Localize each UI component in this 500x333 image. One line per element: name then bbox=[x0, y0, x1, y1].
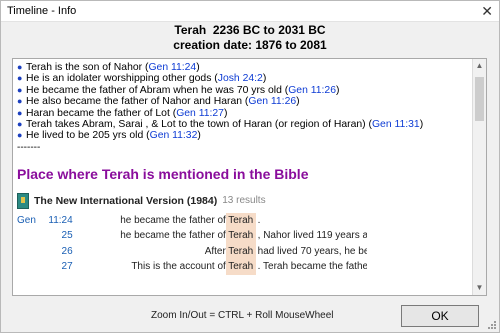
scripture-ref-link[interactable]: Gen 11:26 bbox=[248, 96, 296, 107]
section-heading: Place where Terah is mentioned in the Bi… bbox=[17, 165, 309, 182]
scroll-thumb[interactable] bbox=[475, 77, 484, 121]
bullet-icon: ● bbox=[17, 73, 23, 84]
scripture-ref-link[interactable]: Josh 24:2 bbox=[218, 73, 263, 84]
fact-line: ● He is an idolater worshipping other god… bbox=[17, 73, 468, 84]
fact-text: Haran became the father of Lot ( bbox=[26, 107, 177, 119]
scroll-down-icon[interactable]: ▼ bbox=[473, 281, 486, 295]
result-book: Gen bbox=[17, 214, 36, 226]
fact-close: ) bbox=[262, 73, 267, 85]
result-chapter-verse: 25 bbox=[61, 230, 73, 242]
result-chapter-verse: 27 bbox=[61, 261, 73, 273]
fact-text: He lived to be 205 yrs old ( bbox=[26, 130, 150, 142]
fact-text: Terah is the son of Nahor ( bbox=[26, 62, 149, 73]
fact-close: ) bbox=[197, 130, 201, 142]
result-context-before bbox=[79, 275, 226, 291]
info-panel[interactable]: ● Terah is the son of Nahor (Gen 11:24) ● H… bbox=[12, 58, 487, 296]
result-row[interactable]: 27 This is the account of Terah. Terah bec… bbox=[17, 259, 367, 275]
fact-line: ● He became the father of Abram when he w… bbox=[17, 85, 468, 96]
result-context-before: After bbox=[204, 245, 226, 257]
scripture-ref-link[interactable]: Gen 11:32 bbox=[150, 130, 198, 141]
result-context-before: he became the father of bbox=[120, 214, 226, 226]
result-context-after: had lived 70 years, he be bbox=[257, 245, 367, 257]
result-context-before: he became the father of bbox=[120, 230, 226, 242]
title-bar: Timeline - Info ✕ bbox=[1, 1, 499, 22]
footer: Zoom In/Out = CTRL + Roll MouseWheel OK bbox=[1, 302, 499, 330]
result-chapter-verse: 26 bbox=[61, 245, 73, 257]
resize-grip-icon[interactable] bbox=[487, 320, 497, 330]
info-content: ● Terah is the son of Nahor (Gen 11:24) ● H… bbox=[13, 59, 472, 295]
result-row[interactable]: Gen 11:24 he became the father of Terah. bbox=[17, 212, 367, 229]
fact-close: ) bbox=[296, 96, 300, 108]
result-context-after: . Terah became the fathe bbox=[257, 261, 367, 273]
result-book bbox=[17, 259, 39, 275]
bullet-icon: ● bbox=[17, 84, 23, 95]
result-highlight: Terah bbox=[225, 228, 256, 244]
result-highlight: Terah bbox=[225, 243, 256, 260]
fact-text: He is an idolater worshipping other gods… bbox=[26, 73, 218, 85]
fact-close: ) bbox=[196, 62, 200, 73]
ok-button[interactable]: OK bbox=[401, 305, 479, 327]
result-row[interactable]: 26 After Terah had lived 70 years, he be bbox=[17, 243, 367, 260]
fact-text: He became the father of Abram when he wa… bbox=[26, 84, 289, 96]
result-highlight bbox=[226, 275, 256, 291]
bullet-icon: ● bbox=[17, 107, 23, 118]
zoom-hint: Zoom In/Out = CTRL + Roll MouseWheel bbox=[151, 310, 334, 321]
niv-header: The New International Version (1984) 13 … bbox=[17, 192, 367, 210]
scripture-ref-link[interactable]: Gen 11:24 bbox=[148, 62, 196, 73]
results-count: 13 results bbox=[222, 195, 266, 207]
scripture-ref-link[interactable]: Gen 11:26 bbox=[288, 85, 336, 96]
fact-line: ● He lived to be 205 yrs old (Gen 11:32) bbox=[17, 130, 468, 141]
bullet-icon: ● bbox=[17, 96, 23, 107]
person-name-dates: Terah 2236 BC to 2031 BC bbox=[174, 23, 326, 37]
fact-close: ) bbox=[335, 84, 340, 96]
scroll-up-icon[interactable]: ▲ bbox=[473, 59, 486, 73]
result-book bbox=[17, 244, 39, 260]
results-table: Gen 11:24 he became the father of Terah. 25 h… bbox=[17, 212, 367, 291]
vertical-scrollbar[interactable]: ▲ ▼ bbox=[472, 59, 486, 295]
result-chapter-verse: 11:24 bbox=[48, 214, 73, 226]
scripture-ref-link[interactable]: Gen 11:27 bbox=[176, 108, 224, 119]
fact-text: Terah takes Abram, Sarai , & Lot to the … bbox=[26, 119, 372, 131]
result-context-after bbox=[256, 275, 367, 291]
creation-date: creation date: 1876 to 2081 bbox=[173, 38, 327, 52]
fact-line: ● He also became the father of Nahor and … bbox=[17, 96, 468, 107]
result-book bbox=[17, 228, 39, 244]
scripture-ref-link[interactable]: Gen 11:31 bbox=[372, 119, 420, 130]
fact-line: ● Terah is the son of Nahor (Gen 11:24) bbox=[17, 62, 468, 73]
result-context-before: This is the account of bbox=[131, 261, 226, 273]
result-context-after: . bbox=[257, 214, 261, 226]
close-icon[interactable]: ✕ bbox=[481, 4, 493, 18]
separator: ------- bbox=[17, 141, 41, 153]
result-row[interactable] bbox=[17, 275, 367, 291]
facts-list: ● Terah is the son of Nahor (Gen 11:24) ● H… bbox=[17, 62, 468, 142]
fact-line: ● Terah takes Abram, Sarai , & Lot to the… bbox=[17, 119, 468, 130]
person-header: Terah 2236 BC to 2031 BC creation date: … bbox=[7, 23, 493, 57]
bullet-icon: ● bbox=[17, 119, 23, 130]
result-highlight: Terah bbox=[225, 259, 256, 275]
result-context-after: , Nahor lived 119 years an bbox=[257, 230, 367, 242]
bullet-icon: ● bbox=[17, 62, 23, 72]
fact-text: He also became the father of Nahor and H… bbox=[26, 96, 249, 108]
result-row[interactable]: 25 he became the father of Terah, Nahor li… bbox=[17, 228, 367, 244]
fact-close: ) bbox=[419, 119, 424, 131]
bullet-icon: ● bbox=[17, 130, 23, 141]
fact-close: ) bbox=[223, 107, 228, 119]
fact-line: ● Haran became the father of Lot (Gen 11:… bbox=[17, 108, 468, 119]
niv-results: The New International Version (1984) 13 … bbox=[17, 192, 367, 291]
result-highlight: Terah bbox=[225, 212, 256, 229]
result-chapter-verse bbox=[39, 275, 79, 291]
niv-title: The New International Version (1984) bbox=[34, 194, 218, 207]
window-title: Timeline - Info bbox=[7, 5, 77, 17]
timeline-info-window: Timeline - Info ✕ Terah 2236 BC to 2031 … bbox=[0, 0, 500, 333]
bible-book-icon bbox=[17, 192, 29, 209]
result-book bbox=[17, 275, 39, 291]
